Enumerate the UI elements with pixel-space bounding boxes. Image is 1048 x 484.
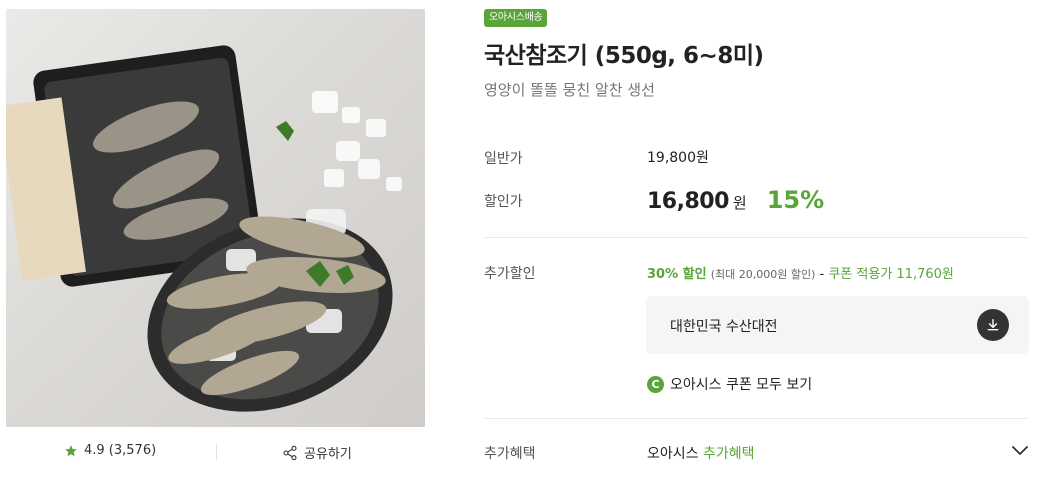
regular-price-label: 일반가 — [484, 151, 523, 167]
star-icon — [65, 444, 77, 456]
benefit-label: 추가혜택 — [484, 446, 536, 462]
sale-price: 16,800 원 15% — [647, 186, 824, 214]
extra-discount-percent: 30% 할인 — [647, 267, 707, 282]
share-label: 공유하기 — [304, 447, 352, 462]
product-photo — [6, 45, 402, 412]
sale-price-amount: 16,800 — [647, 189, 729, 214]
sale-price-label: 할인가 — [484, 194, 523, 210]
image-footer: 4.9 (3,576) 공유하기 — [6, 434, 425, 470]
all-coupons-link[interactable]: C 오아시스 쿠폰 모두 보기 — [647, 374, 812, 394]
extra-discount-limit: (최대 20,000원 할인) — [710, 268, 816, 281]
product-title: 국산참조기 (550g, 6~8미) — [484, 43, 764, 69]
product-image — [6, 9, 425, 427]
rating-text: 4.9 (3,576) — [84, 443, 157, 458]
coupon-c-icon: C — [647, 375, 664, 393]
coupon-download-box[interactable]: 대한민국 수산대전 — [646, 296, 1029, 354]
extra-discount-separator: - — [815, 267, 829, 282]
extra-discount-label: 추가할인 — [484, 266, 536, 282]
delivery-badge: 오아시스배송 — [484, 9, 548, 27]
section-divider — [484, 237, 1029, 238]
benefit-value-prefix: 오아시스 — [647, 446, 703, 462]
all-coupons-label: 오아시스 쿠폰 모두 보기 — [670, 377, 813, 393]
product-subtitle: 영양이 똘똘 뭉친 알찬 생선 — [484, 81, 655, 99]
footer-divider — [216, 444, 217, 460]
sale-price-unit: 원 — [732, 194, 747, 212]
coupon-price: 쿠폰 적용가 11,760원 — [828, 267, 954, 282]
rating: 4.9 (3,576) — [64, 443, 156, 458]
chevron-down-icon[interactable] — [1012, 446, 1028, 456]
regular-price-value: 19,800원 — [647, 150, 709, 166]
benefit-value-highlight: 추가혜택 — [702, 446, 755, 462]
download-icon — [987, 319, 999, 331]
download-coupon-button[interactable] — [977, 309, 1009, 341]
share-icon — [283, 445, 297, 460]
coupon-name: 대한민국 수산대전 — [670, 319, 778, 335]
extra-discount-info: 30% 할인 (최대 20,000원 할인) - 쿠폰 적용가 11,760원 — [647, 263, 954, 282]
share-button[interactable]: 공유하기 — [282, 443, 352, 462]
discount-rate: 15% — [766, 186, 825, 214]
benefit-value: 오아시스 추가혜택 — [647, 443, 755, 463]
section-divider — [484, 418, 1029, 419]
